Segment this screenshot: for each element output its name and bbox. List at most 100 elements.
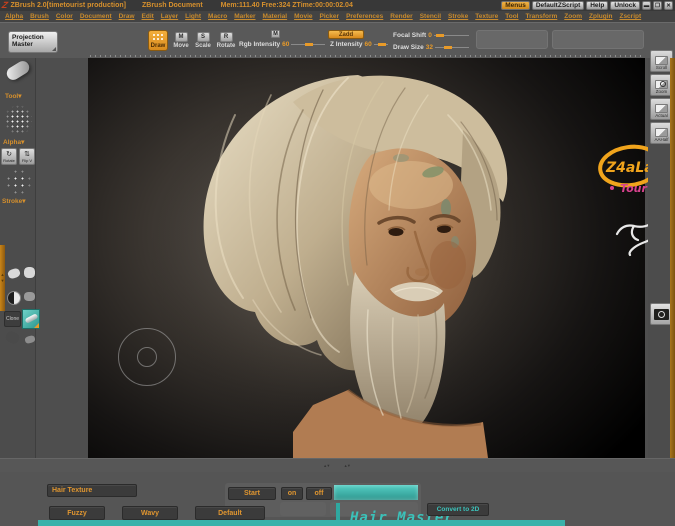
menu-item[interactable]: Draw (119, 13, 135, 20)
brush-thumbnail[interactable] (24, 292, 35, 301)
projection-master-button[interactable]: Projection Master (8, 31, 58, 53)
menu-item[interactable]: Alpha (5, 13, 23, 20)
brush-cursor-inner-ring (137, 347, 157, 367)
rgb-intensity-slider[interactable]: Rgb Intensity 60 (239, 41, 325, 48)
menu-item[interactable]: Light (185, 13, 201, 20)
close-icon[interactable]: ✕ (664, 1, 673, 10)
defaultzscript-button[interactable]: DefaultZScript (531, 1, 585, 10)
hair-texture-button[interactable]: Hair Texture (47, 484, 137, 497)
plugin-placeholder (280, 502, 326, 516)
shelf-placeholder (552, 30, 644, 49)
page-icon (655, 104, 668, 113)
menu-item[interactable]: Layer (161, 13, 178, 20)
title-bar: Z ZBrush 2.0[timetourist production] ZBr… (0, 0, 675, 11)
rotate-arrow-icon: ↻ (6, 150, 12, 158)
fold-corner-icon (52, 47, 56, 51)
hand-scroll-icon (655, 56, 668, 65)
menu-item[interactable]: Render (390, 13, 412, 20)
arrow-up-icon: ▲ (0, 272, 5, 277)
shelf-placeholder (476, 30, 548, 49)
draw-size-slider[interactable]: Draw Size 32 (393, 44, 469, 51)
menu-item[interactable]: Picker (320, 13, 340, 20)
menu-item[interactable]: Texture (475, 13, 498, 20)
wavy-button[interactable]: Wavy (122, 506, 178, 520)
document-canvas[interactable]: Z4aLa Tour (88, 58, 675, 458)
menu-item[interactable]: Document (80, 13, 112, 20)
texture-contrast-thumbnail[interactable] (7, 291, 21, 305)
off-button[interactable]: off (306, 487, 332, 500)
plugin-accent-band (38, 520, 565, 526)
zbrush-window: Z ZBrush 2.0[timetourist production] ZBr… (0, 0, 675, 526)
move-mode-button[interactable]: M Move (171, 30, 191, 51)
canvas-hscroll[interactable]: ▴▾ ▴▾ (0, 458, 675, 472)
menu-item[interactable]: Brush (30, 13, 49, 20)
menus-button[interactable]: Menus (501, 1, 530, 10)
right-tray-divider[interactable] (670, 58, 675, 458)
menu-item[interactable]: Stencil (420, 13, 441, 20)
alpha-rotate-button[interactable]: ↻ Rotate (1, 148, 17, 165)
stroke-preview[interactable] (5, 168, 32, 196)
camera-icon (654, 308, 669, 320)
unlock-button[interactable]: Unlock (610, 1, 640, 10)
hscroll-handle-icon[interactable]: ▴▾ (345, 463, 352, 469)
zadd-toggle[interactable]: Zadd (328, 30, 364, 39)
menu-item[interactable]: Preferences (346, 13, 383, 20)
shelf-canvas-divider (90, 55, 643, 57)
menu-item[interactable]: Transform (526, 13, 558, 20)
draw-dots-icon (152, 33, 164, 42)
fuzzy-button[interactable]: Fuzzy (49, 506, 105, 520)
menu-item[interactable]: Zplugin (589, 13, 612, 20)
rotate-mode-button[interactable]: R Rotate (215, 30, 237, 51)
alpha-preview[interactable] (5, 104, 32, 136)
scale-icon: S (196, 32, 210, 42)
document-title: ZBrush Document (142, 2, 203, 9)
chevron-down-icon: ▾ (22, 198, 26, 205)
tray-scroll-strip[interactable]: ▲ ▼ (0, 245, 5, 311)
svg-text:Tour: Tour (620, 182, 647, 195)
menu-item[interactable]: Zoom (564, 13, 582, 20)
on-button[interactable]: on (281, 487, 303, 500)
menu-item[interactable]: Color (56, 13, 73, 20)
sculpture-head (143, 70, 543, 458)
tool-palette-label[interactable]: Tool▾ (5, 92, 22, 100)
help-button[interactable]: Help (586, 1, 609, 10)
magnifier-icon (655, 80, 668, 89)
arrow-down-icon: ▼ (0, 278, 5, 283)
rotate-icon: R (219, 32, 233, 42)
menu-item[interactable]: Tool (505, 13, 518, 20)
app-title: ZBrush 2.0[timetourist production] (10, 2, 127, 9)
m-color-toggle[interactable]: M (271, 30, 280, 38)
half-page-icon (655, 128, 668, 137)
plugin-progress-bar[interactable] (334, 485, 418, 500)
menu-item[interactable]: Marker (234, 13, 255, 20)
flip-vertical-icon: ⇅ (24, 150, 30, 158)
stroke-palette-label[interactable]: Stroke▾ (2, 197, 26, 205)
brush-thumbnail[interactable] (24, 267, 35, 278)
menu-item[interactable]: Material (263, 13, 288, 20)
hscroll-handle-icon[interactable]: ▴▾ (324, 463, 331, 469)
z-intensity-slider[interactable]: Z Intensity 60 (330, 41, 388, 48)
alpha-palette-label[interactable]: Alpha▾ (3, 138, 24, 146)
menu-bar: Alpha Brush Color Document Draw Edit Layer Ligh… (0, 11, 675, 22)
chevron-down-icon: ▾ (21, 139, 25, 146)
selected-corner-marker (34, 323, 39, 328)
minimize-icon[interactable]: ▬ (642, 1, 651, 10)
selected-material-swatch[interactable] (22, 309, 40, 329)
menu-item[interactable]: Stroke (448, 13, 468, 20)
menu-item[interactable]: Macro (208, 13, 227, 20)
scale-mode-button[interactable]: S Scale (193, 30, 213, 51)
alpha-flip-button[interactable]: ⇅ Flip V (19, 148, 35, 165)
draw-mode-button[interactable]: Draw (148, 30, 168, 51)
menu-item[interactable]: Movie (294, 13, 312, 20)
restore-icon[interactable]: ❐ (653, 1, 662, 10)
svg-text:Z4aLa: Z4aLa (605, 160, 654, 176)
default-button[interactable]: Default (195, 506, 265, 520)
menu-item[interactable]: Edit (142, 13, 154, 20)
chevron-down-icon: ▾ (18, 93, 22, 100)
menu-item[interactable]: Zscript (619, 13, 641, 20)
convert-to-2d-button[interactable]: Convert to 2D (427, 503, 489, 516)
teal-tick (336, 503, 340, 520)
clone-button[interactable]: Clone (4, 311, 21, 327)
start-button[interactable]: Start (228, 487, 276, 500)
focal-shift-slider[interactable]: Focal Shift 0 (393, 32, 469, 39)
